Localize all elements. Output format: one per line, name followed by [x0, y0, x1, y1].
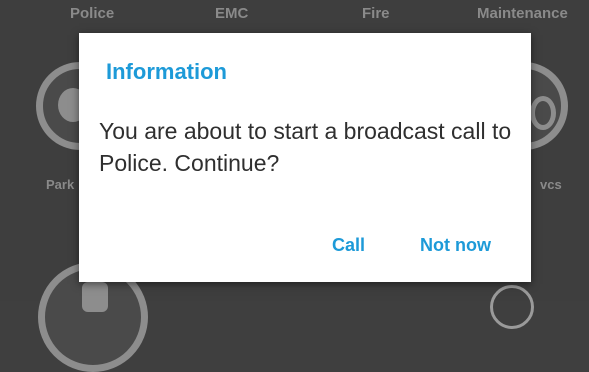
not-now-button[interactable]: Not now [420, 235, 491, 256]
dialog-message: You are about to start a broadcast call … [99, 118, 512, 176]
information-dialog: Information You are about to start a bro… [79, 33, 531, 282]
dialog-title: Information [106, 59, 227, 84]
call-button[interactable]: Call [332, 235, 365, 256]
